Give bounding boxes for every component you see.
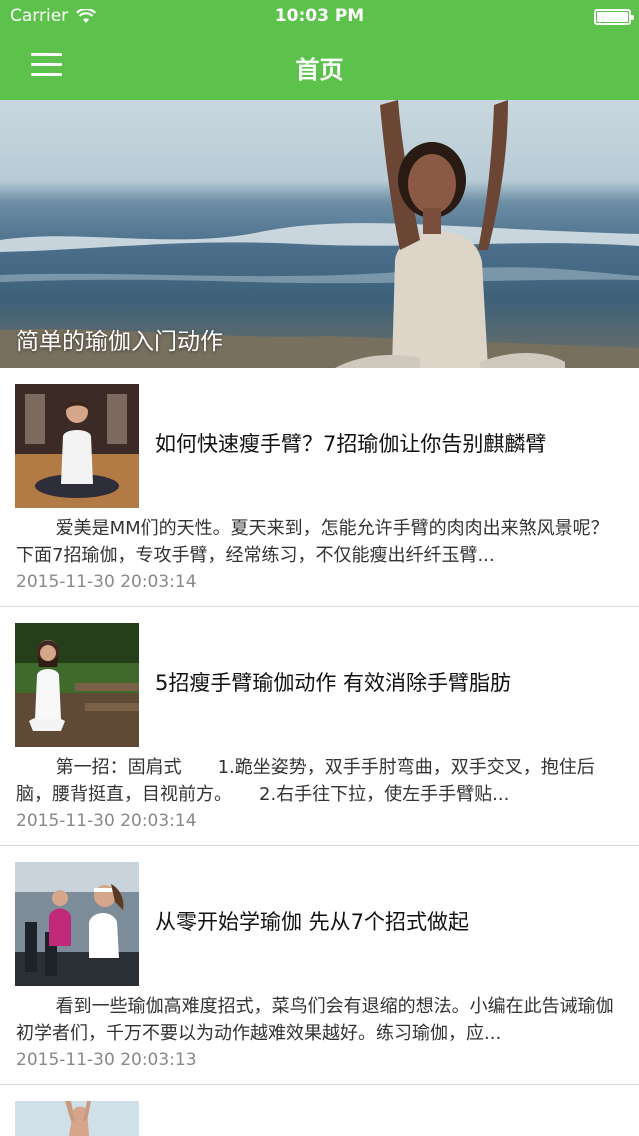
article-thumbnail-partial[interactable]	[15, 1101, 139, 1136]
page-title: 首页	[295, 56, 344, 84]
nav-bar: 首页	[0, 33, 639, 100]
article-excerpt: 爱美是MM们的天性。夏天来到，怎能允许手臂的肉肉出来煞风景呢？下面7招瑜伽，专攻…	[16, 518, 609, 566]
article-excerpt: 第一招：固肩式 1.跪坐姿势，双手手肘弯曲，双手交叉，抱住后脑，腰背挺直，目视前…	[16, 757, 595, 805]
article-date: 2015-11-30 20:03:14	[16, 811, 197, 831]
article-item[interactable]: 从零开始学瑜伽 先从7个招式做起 看到一些瑜伽高难度招式，菜鸟们会有退缩的想法。…	[0, 846, 639, 1085]
article-title: 如何快速瘦手臂？7招瑜伽让你告别麒麟臂	[155, 432, 547, 456]
article-item[interactable]: 如何快速瘦手臂？7招瑜伽让你告别麒麟臂 爱美是MM们的天性。夏天来到，怎能允许手…	[0, 368, 639, 607]
battery-icon	[594, 9, 634, 25]
status-time: 10:03 PM	[274, 6, 365, 26]
article-item[interactable]: 5招瘦手臂瑜伽动作 有效消除手臂脂肪 第一招：固肩式 1.跪坐姿势，双手手肘弯曲…	[0, 607, 639, 846]
banner-caption: 简单的瑜伽入门动作	[16, 329, 223, 355]
featured-banner[interactable]: 简单的瑜伽入门动作	[0, 100, 639, 368]
article-date: 2015-11-30 20:03:14	[16, 572, 197, 592]
status-bar: Carrier 10:03 PM	[0, 0, 639, 33]
article-title: 从零开始学瑜伽 先从7个招式做起	[155, 910, 470, 934]
article-thumbnail	[15, 862, 139, 986]
article-thumbnail	[15, 384, 139, 508]
article-thumbnail	[15, 623, 139, 747]
article-excerpt: 看到一些瑜伽高难度招式，菜鸟们会有退缩的想法。小编在此告诫瑜伽初学者们，千万不要…	[16, 996, 614, 1044]
article-title: 5招瘦手臂瑜伽动作 有效消除手臂脂肪	[155, 671, 512, 695]
article-date: 2015-11-30 20:03:13	[16, 1050, 197, 1070]
